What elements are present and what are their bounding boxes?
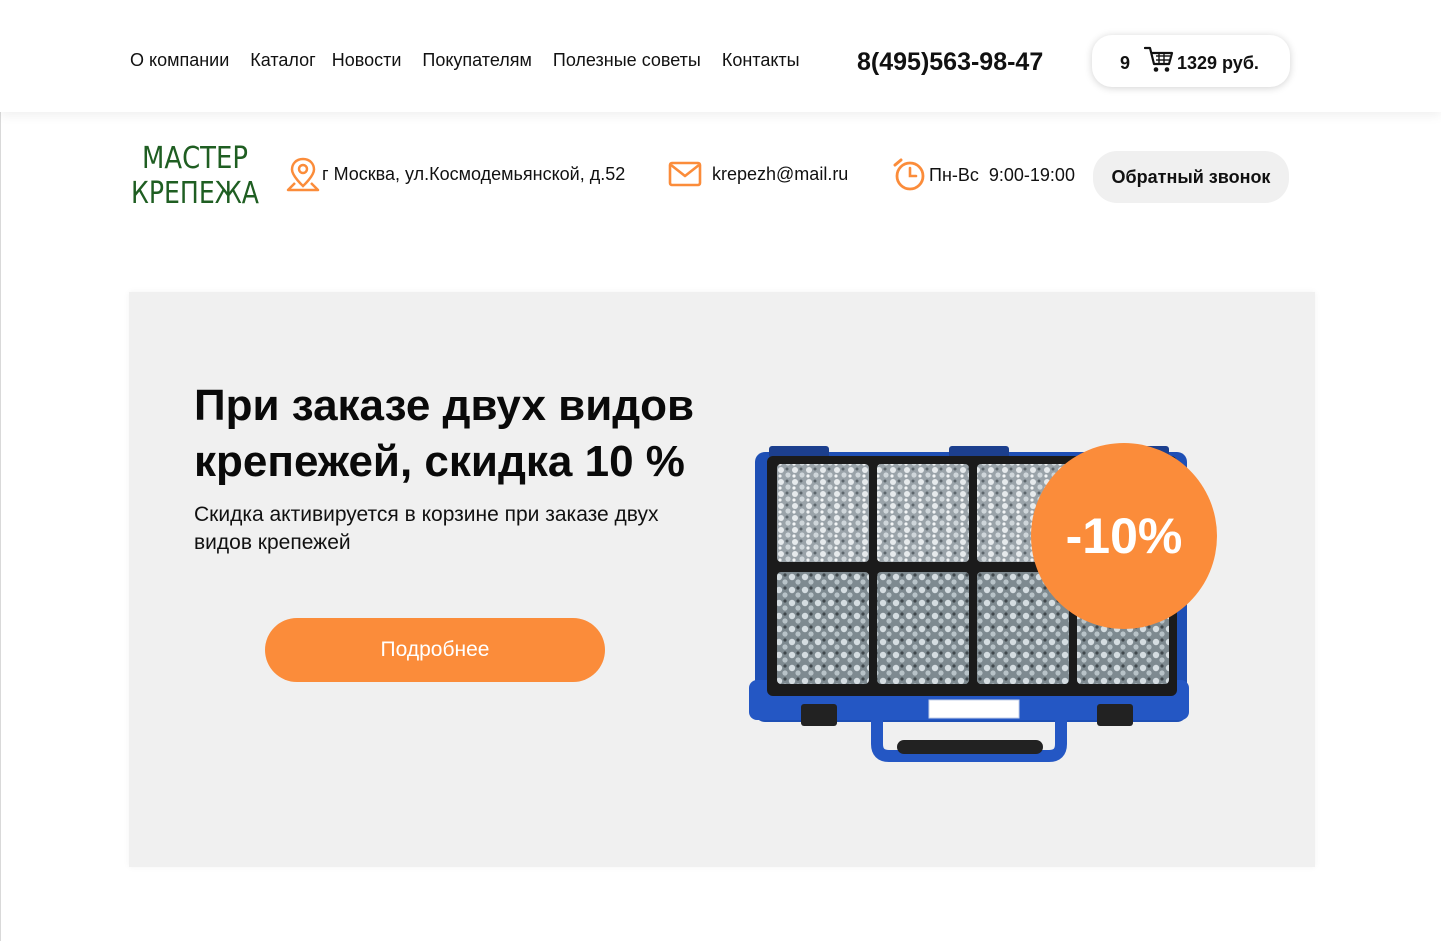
- promo-banner: При заказе двух видов крепежей, скидка 1…: [129, 292, 1315, 867]
- logo-line2: КРЕПЕЖА: [131, 176, 259, 210]
- discount-badge: -10%: [1031, 443, 1217, 629]
- nav-item-catalog[interactable]: Каталог: [250, 50, 315, 71]
- more-details-button[interactable]: Подробнее: [265, 618, 605, 682]
- top-navigation-bar: О компании Каталог Новости Покупателям П…: [0, 0, 1441, 112]
- mail-icon: [668, 161, 702, 187]
- address-text: г Москва, ул.Космодемьянской, д.52: [322, 163, 626, 184]
- main-nav: О компании Каталог Новости Покупателям П…: [130, 50, 800, 71]
- nav-item-customers[interactable]: Покупателям: [422, 50, 531, 71]
- clock-icon: [893, 158, 925, 191]
- hours-text: Пн-Вс 9:00-19:00: [929, 164, 1075, 185]
- email-info[interactable]: krepezh@mail.ru: [668, 160, 848, 188]
- nav-item-about[interactable]: О компании: [130, 50, 229, 71]
- logo-line1: МАСТЕР: [142, 141, 248, 176]
- map-pin-icon: [286, 157, 320, 192]
- cart-icon: [1144, 46, 1174, 72]
- header-phone[interactable]: 8(495)563-98-47: [857, 48, 1043, 77]
- address-info: г Москва, ул.Космодемьянской, д.52: [286, 156, 625, 192]
- page-border: [0, 0, 1, 941]
- promo-subtitle: Скидка активируется в корзине при заказе…: [194, 503, 659, 554]
- nav-item-tips[interactable]: Полезные советы: [553, 50, 701, 71]
- site-logo[interactable]: МАСТЕР КРЕПЕЖА: [128, 140, 263, 210]
- promo-title: При заказе двух видов крепежей, скидка 1…: [194, 381, 695, 486]
- email-text[interactable]: krepezh@mail.ru: [712, 164, 848, 185]
- hours-info: Пн-Вс 9:00-19:00: [892, 157, 1075, 193]
- cart-button[interactable]: 9 1329 руб.: [1092, 35, 1290, 87]
- callback-button[interactable]: Обратный звонок: [1093, 151, 1289, 203]
- cart-count: 9: [1120, 53, 1131, 73]
- cart-total: 1329 руб.: [1177, 53, 1259, 73]
- nav-item-contacts[interactable]: Контакты: [722, 50, 800, 71]
- nav-item-news[interactable]: Новости: [332, 50, 402, 71]
